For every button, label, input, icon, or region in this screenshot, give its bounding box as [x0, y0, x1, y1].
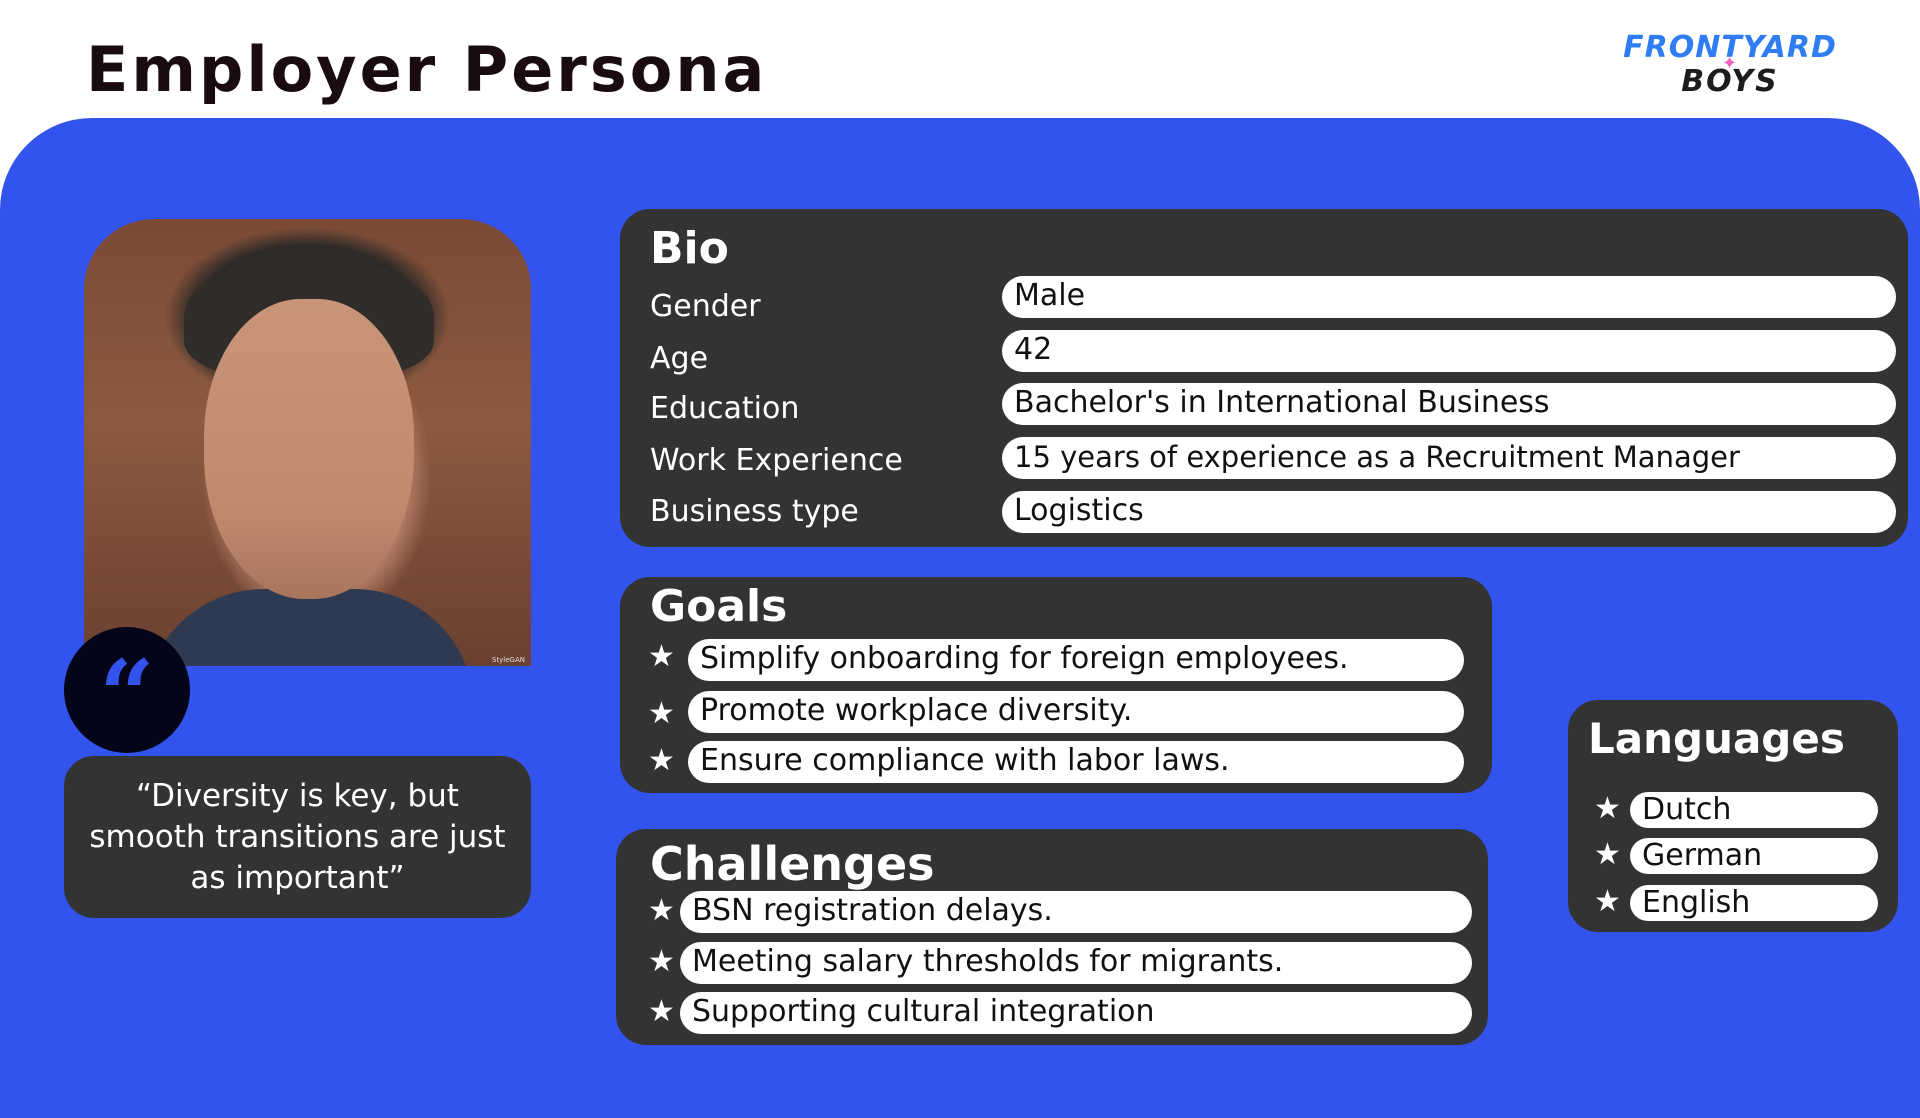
bio-value-business-type: Logistics [1002, 491, 1896, 533]
bio-label-work-experience: Work Experience [650, 443, 903, 478]
bio-label-business-type: Business type [650, 494, 859, 529]
persona-photo: StyleGAN [84, 219, 531, 666]
photo-face [204, 299, 414, 599]
bio-card: Bio Gender Male Age 42 Education Bachelo… [620, 209, 1908, 547]
bio-title: Bio [650, 223, 729, 274]
bio-label-gender: Gender [650, 289, 761, 324]
bio-value-work-experience: 15 years of experience as a Recruitment … [1002, 437, 1896, 479]
challenge-item: BSN registration delays. [680, 891, 1472, 933]
logo-text-bottom: BOYS [1681, 64, 1779, 99]
quote-box: “Diversity is key, but smooth transition… [64, 756, 531, 918]
bio-label-education: Education [650, 391, 800, 426]
languages-card: Languages ★ Dutch ★ German ★ English [1568, 700, 1898, 932]
quote-mark-icon: “ [99, 639, 155, 752]
goal-item: Ensure compliance with labor laws. [688, 741, 1464, 783]
photo-shirt [144, 589, 474, 666]
bio-label-age: Age [650, 341, 709, 376]
language-item: German [1630, 838, 1878, 874]
challenge-item: Meeting salary thresholds for migrants. [680, 942, 1472, 984]
language-item: English [1630, 885, 1878, 921]
language-item: Dutch [1630, 792, 1878, 828]
frontyard-boys-logo: FRONTYARD ✦ BOYS [1620, 28, 1840, 108]
challenge-star-icon: ★ [648, 893, 675, 928]
challenges-title: Challenges [650, 837, 935, 891]
goals-title: Goals [650, 581, 788, 632]
bio-value-age: 42 [1002, 330, 1896, 372]
goal-star-icon: ★ [648, 639, 675, 674]
challenges-card: Challenges ★ BSN registration delays. ★ … [616, 829, 1488, 1045]
challenge-item: Supporting cultural integration [680, 992, 1472, 1034]
page-title: Employer Persona [86, 33, 768, 106]
quote-badge: “ [64, 627, 190, 753]
languages-title: Languages [1588, 714, 1845, 763]
goal-item: Promote workplace diversity. [688, 691, 1464, 733]
bio-value-gender: Male [1002, 276, 1896, 318]
goals-card: Goals ★ Simplify onboarding for foreign … [620, 577, 1492, 793]
language-star-icon: ★ [1594, 791, 1621, 826]
photo-credit: StyleGAN [491, 656, 525, 664]
persona-quote: “Diversity is key, but smooth transition… [89, 777, 506, 896]
challenge-star-icon: ★ [648, 994, 675, 1029]
goal-item: Simplify onboarding for foreign employee… [688, 639, 1464, 681]
language-star-icon: ★ [1594, 837, 1621, 872]
goal-star-icon: ★ [648, 696, 675, 731]
goal-star-icon: ★ [648, 743, 675, 778]
bio-value-education: Bachelor's in International Business [1002, 383, 1896, 425]
language-star-icon: ★ [1594, 884, 1621, 919]
challenge-star-icon: ★ [648, 944, 675, 979]
